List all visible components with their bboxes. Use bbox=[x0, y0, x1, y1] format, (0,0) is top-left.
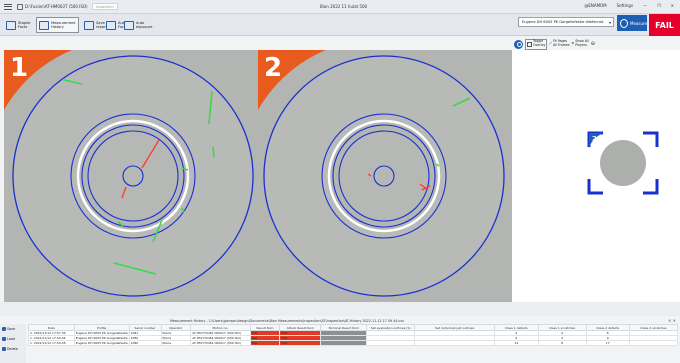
title-bar: D:\Fusion\AT-HM003T (500 ISO) Inspection… bbox=[0, 0, 680, 14]
save-icon bbox=[2, 327, 6, 331]
delete-icon bbox=[2, 347, 6, 351]
delete-results-label: Delete bbox=[7, 347, 18, 351]
count-cell: 12 bbox=[494, 340, 539, 346]
measurement-history-label: Measurement History bbox=[51, 21, 76, 29]
save-results-button[interactable]: Save bbox=[0, 324, 26, 334]
hamburger-menu-icon[interactable] bbox=[4, 3, 12, 11]
table-cell: Eugene DH 6005 PK Gorgellefestie dilefec… bbox=[73, 340, 130, 346]
status-bar bbox=[0, 302, 680, 316]
measure-button[interactable]: Measure bbox=[617, 15, 647, 31]
show-all-icon: ⊕ bbox=[571, 41, 575, 46]
load-results-label: Load bbox=[7, 337, 15, 341]
thumbnail-view[interactable]: 2 bbox=[512, 50, 680, 302]
count-cell bbox=[628, 340, 679, 346]
table-cell bbox=[414, 340, 496, 346]
delete-results-button[interactable]: Delete bbox=[0, 344, 26, 354]
table-cell bbox=[366, 340, 416, 346]
toggle-overlay-button[interactable]: Toggle Overlay bbox=[525, 38, 548, 50]
product-select[interactable]: Eugene DH 6005 PK Gorgellefestie dilefec… bbox=[518, 17, 614, 27]
results-sidebar: Save Load Delete bbox=[0, 324, 26, 363]
file-icon bbox=[17, 3, 23, 10]
show-all-button[interactable]: ⊕ Show All Players bbox=[572, 39, 589, 50]
inner-ring bbox=[338, 130, 430, 222]
view-controls: Toggle Overlay ⤢ Fit Pages All Frames ⊕ … bbox=[514, 38, 680, 50]
save-icon bbox=[84, 20, 94, 30]
table-cell: 1080 bbox=[128, 340, 162, 346]
window-title: Bion 2022 11 hulat 500 bbox=[320, 4, 368, 9]
panel-number: 2 bbox=[264, 53, 283, 83]
lens-image-1 bbox=[4, 50, 258, 302]
more-options-icon[interactable]: ⊖ bbox=[591, 41, 595, 47]
table-cell: Eugene DH 6005 PK Gorgellefestie dilefec… bbox=[73, 335, 130, 341]
results-table: Date Profile Serial number Operator Moti… bbox=[28, 324, 679, 346]
thumbnail-number: 2 bbox=[592, 135, 597, 143]
history-icon bbox=[39, 20, 49, 30]
measure-icon bbox=[620, 18, 628, 28]
table-cell: Pierre bbox=[160, 340, 192, 346]
thumbnail-lens bbox=[600, 140, 646, 186]
inspection-image-2[interactable]: 2 bbox=[258, 50, 512, 302]
stapler-icon bbox=[6, 20, 16, 30]
inner-ring bbox=[87, 130, 179, 222]
results-close-icon[interactable]: ✕ ✕ bbox=[668, 318, 676, 323]
thumbnail-panel: 2 bbox=[512, 50, 680, 302]
chevron-down-icon: ▾ bbox=[608, 20, 611, 25]
mode-badge[interactable]: Inspection bbox=[91, 3, 118, 10]
fit-pages-button[interactable]: ⤢ Fit Pages All Frames bbox=[549, 39, 569, 50]
table-cell: AT-HM-YT0461-YR0017 (500 ISO) bbox=[190, 340, 251, 346]
product-select-value: Eugene DH 6005 PK Gorgellefestie dilefec… bbox=[522, 20, 604, 24]
auto-exposure-label: Auto exposure bbox=[136, 21, 153, 29]
result-cell: FAIL bbox=[249, 340, 281, 346]
measure-label: Measure bbox=[630, 20, 647, 26]
table-cell: 1. 2022/11/12 17:50:28 bbox=[28, 340, 75, 346]
user-menu[interactable]: @ENAMOM bbox=[584, 3, 606, 8]
measurement-history-button[interactable]: Measurement History bbox=[36, 17, 79, 33]
show-all-label: Show All Players bbox=[575, 39, 589, 47]
overlay-icon bbox=[527, 41, 532, 47]
results-title: Measurement History - C:\Users\glensan\d… bbox=[170, 319, 404, 323]
verdict-badge: FAIL bbox=[649, 14, 680, 36]
table-cell bbox=[320, 340, 368, 346]
stapler-facts-button[interactable]: Stapler Facts bbox=[6, 17, 31, 33]
count-cell: 17 bbox=[585, 340, 630, 346]
close-button[interactable]: ✕ bbox=[671, 3, 674, 8]
exposure-icon bbox=[124, 20, 134, 30]
stapler-facts-label: Stapler Facts bbox=[18, 21, 31, 29]
file-path: D:\Fusion\AT-HM003T (500 ISO) bbox=[17, 3, 88, 10]
result-cell: FAIL bbox=[279, 340, 322, 346]
zoom-icon[interactable] bbox=[514, 39, 523, 49]
focus-icon bbox=[106, 20, 116, 30]
maximize-button[interactable]: ❐ bbox=[657, 3, 661, 8]
save-results-label: Save bbox=[7, 327, 16, 331]
fit-pages-label: Fit Pages All Frames bbox=[552, 39, 570, 47]
lens-image-2 bbox=[258, 50, 512, 302]
toggle-overlay-label: Toggle Overlay bbox=[533, 39, 546, 47]
file-name: D:\Fusion\AT-HM003T (500 ISO) bbox=[25, 4, 88, 9]
table-row[interactable]: 1. 2022/11/12 17:50:28 Eugene DH 6005 PK… bbox=[28, 340, 679, 346]
table-cell: Eugene DH 6005 PK Gorgellefestie dilefec… bbox=[73, 330, 130, 336]
inspection-image-1[interactable]: 1 bbox=[4, 50, 258, 302]
save-report-button[interactable]: Save report bbox=[84, 17, 107, 33]
load-icon bbox=[2, 337, 6, 341]
minimize-button[interactable]: — bbox=[643, 3, 647, 8]
panel-number: 1 bbox=[10, 53, 29, 83]
count-cell: 6 bbox=[537, 340, 587, 346]
load-results-button[interactable]: Load bbox=[0, 334, 26, 344]
settings-menu[interactable]: Settings bbox=[617, 3, 633, 8]
auto-exposure-button[interactable]: Auto exposure bbox=[124, 17, 153, 33]
fit-icon: ⤢ bbox=[549, 41, 552, 46]
